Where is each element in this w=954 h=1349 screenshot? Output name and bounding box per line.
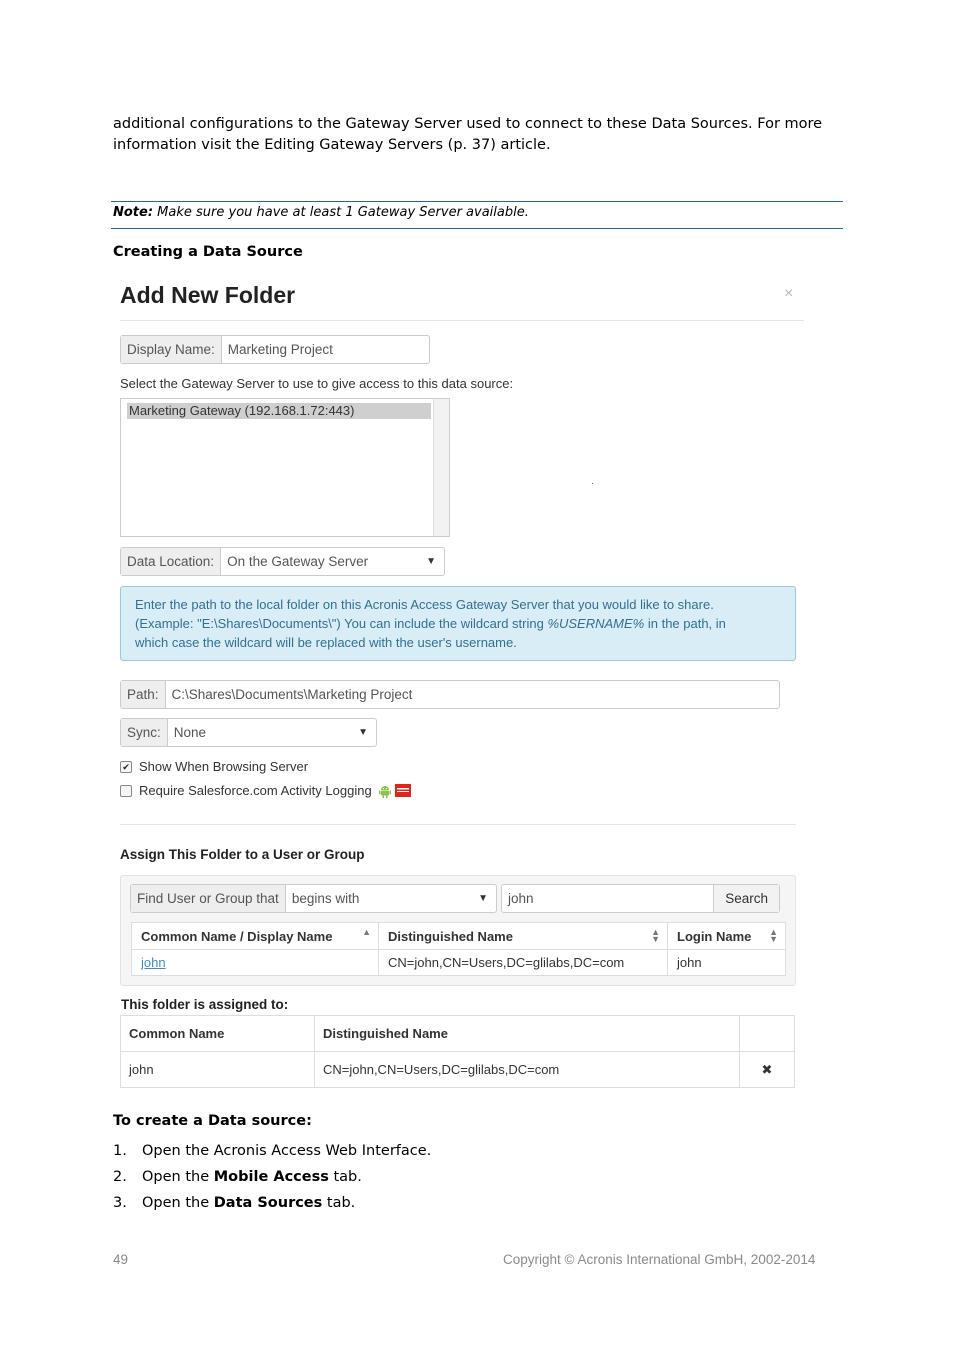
col-assigned-dn: Distinguished Name: [314, 1015, 740, 1052]
modal-title: Add New Folder: [120, 282, 296, 308]
salesforce-icon: [394, 784, 411, 797]
display-name-field[interactable]: Display Name: Marketing Project: [120, 335, 430, 364]
result-dn: CN=john,CN=Users,DC=glilabs,DC=com: [378, 949, 668, 976]
path-input[interactable]: C:\Shares\Documents\Marketing Project: [166, 681, 779, 708]
display-name-input[interactable]: Marketing Project: [222, 336, 429, 363]
search-button[interactable]: Search: [713, 885, 779, 912]
intro-line-2: information visit the Editing Gateway Se…: [113, 137, 551, 153]
android-icon: [378, 784, 392, 798]
wildcard-token: %USERNAME%: [547, 616, 645, 631]
sort-icon: ▲ ▼: [769, 927, 778, 944]
assign-heading: Assign This Folder to a User or Group: [120, 847, 365, 862]
assigned-dn: CN=john,CN=Users,DC=glilabs,DC=com: [314, 1051, 740, 1088]
note-text: Make sure you have at least 1 Gateway Se…: [153, 205, 529, 220]
gateway-option[interactable]: Marketing Gateway (192.168.1.72:443): [127, 403, 431, 419]
result-login: john: [667, 949, 786, 976]
path-info-alert: Enter the path to the local folder on th…: [120, 586, 796, 661]
show-browsing-checkbox[interactable]: ✔: [120, 760, 132, 773]
listbox-scrollbar[interactable]: [433, 399, 449, 536]
steps-list: 1. Open the Acronis Access Web Interface.…: [113, 1143, 431, 1221]
show-browsing-row[interactable]: ✔ Show When Browsing Server: [120, 759, 308, 774]
gateway-prompt: Select the Gateway Server to use to give…: [120, 376, 514, 391]
section-heading: Creating a Data Source: [113, 244, 303, 260]
result-common-name[interactable]: john: [131, 949, 379, 976]
copyright: Copyright © Acronis International GmbH, …: [503, 1252, 816, 1267]
modal-header-divider: [120, 320, 804, 321]
assigned-heading: This folder is assigned to:: [121, 997, 289, 1012]
section-divider: [120, 824, 796, 825]
list-item: 2. Open the Mobile Access tab.: [113, 1169, 362, 1185]
info-line-3: which case the wildcard will be replaced…: [135, 635, 517, 650]
table-row: john CN=john,CN=Users,DC=glilabs,DC=com …: [131, 949, 786, 976]
col-assigned-actions: [739, 1015, 795, 1052]
path-label: Path:: [121, 681, 166, 708]
col-login-name[interactable]: Login Name ▲ ▼: [667, 922, 786, 950]
data-location-value[interactable]: On the Gateway Server: [221, 548, 426, 575]
note: Note: Make sure you have at least 1 Gate…: [113, 205, 529, 220]
col-common-name[interactable]: Common Name / Display Name ▲: [131, 922, 379, 950]
user-search-input[interactable]: john: [502, 885, 713, 912]
col-distinguished-name[interactable]: Distinguished Name ▲ ▼: [378, 922, 668, 950]
display-name-label: Display Name:: [121, 336, 222, 363]
close-icon[interactable]: ×: [784, 285, 793, 303]
sort-icon: ▲ ▼: [651, 927, 660, 944]
note-bottom-rule: [111, 228, 843, 229]
chevron-down-icon: ▼: [478, 893, 488, 904]
info-line-2: (Example: "E:\Shares\Documents\") You ca…: [135, 616, 726, 631]
gateway-listbox[interactable]: Marketing Gateway (192.168.1.72:443): [120, 398, 450, 537]
sync-select[interactable]: Sync: None ▼: [120, 718, 377, 747]
show-browsing-label: Show When Browsing Server: [139, 759, 309, 774]
sync-value[interactable]: None: [168, 719, 358, 746]
data-location-select[interactable]: Data Location: On the Gateway Server ▼: [120, 547, 445, 576]
page-number: 49: [113, 1252, 129, 1267]
find-mode-select[interactable]: Find User or Group that begins with ▼: [130, 884, 497, 913]
require-sf-label: Require Salesforce.com Activity Logging: [139, 783, 372, 798]
sort-asc-icon: ▲: [362, 927, 371, 937]
sync-label: Sync:: [121, 719, 168, 746]
col-assigned-common: Common Name: [120, 1015, 315, 1052]
require-sf-row[interactable]: Require Salesforce.com Activity Logging: [120, 783, 411, 798]
note-label: Note:: [113, 205, 154, 220]
table-row: john CN=john,CN=Users,DC=glilabs,DC=com …: [120, 1051, 795, 1088]
info-line-1: Enter the path to the local folder on th…: [135, 597, 714, 612]
remove-icon[interactable]: ✖: [739, 1051, 795, 1088]
find-mode-value[interactable]: begins with: [286, 885, 478, 912]
todo-heading: To create a Data source:: [113, 1113, 312, 1129]
stray-dot: [592, 483, 593, 484]
list-item: 3. Open the Data Sources tab.: [113, 1195, 356, 1211]
list-item: 1. Open the Acronis Access Web Interface.: [113, 1143, 432, 1159]
user-search-group: john Search: [501, 884, 780, 913]
data-location-label: Data Location:: [121, 548, 222, 575]
note-top-rule: [111, 201, 843, 202]
intro-line-1: additional configurations to the Gateway…: [113, 116, 823, 132]
intro-paragraph: additional configurations to the Gateway…: [113, 114, 833, 156]
results-table: Common Name / Display Name ▲ Distinguishe…: [131, 922, 786, 976]
assigned-common-name: john: [120, 1051, 315, 1088]
chevron-down-icon: ▼: [426, 556, 436, 567]
find-label: Find User or Group that: [131, 885, 286, 912]
assigned-table: Common Name Distinguished Name john CN=j…: [120, 1015, 795, 1088]
chevron-down-icon: ▼: [358, 727, 368, 738]
path-field[interactable]: Path: C:\Shares\Documents\Marketing Proj…: [120, 680, 780, 709]
require-sf-checkbox[interactable]: [120, 784, 132, 797]
